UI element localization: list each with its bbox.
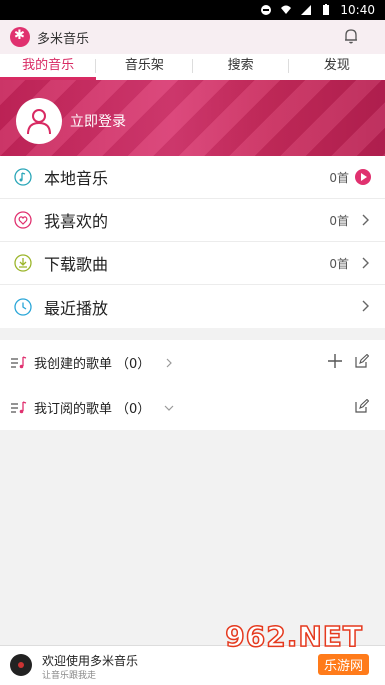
download-icon	[14, 254, 32, 272]
tab-label: 发现	[323, 58, 350, 73]
playlist-label: 我订阅的歌单	[34, 402, 113, 417]
chevron-down-icon[interactable]	[164, 403, 174, 413]
tab-label: 音乐架	[124, 58, 164, 73]
list-item-label: 下载歌曲	[44, 255, 109, 274]
tab-label: 我的音乐	[22, 58, 75, 73]
user-icon	[27, 109, 51, 135]
tab-label: 搜索	[227, 58, 254, 73]
player-title: 欢迎使用多米音乐	[42, 654, 139, 668]
list-item-subscribed-playlists[interactable]: 我订阅的歌单 （0）	[0, 385, 385, 430]
tab-my-music[interactable]: 我的音乐	[0, 54, 97, 80]
playlist-section: 我创建的歌单 （0） 我订阅的歌单 （0）	[0, 340, 385, 430]
player-subtitle: 让音乐跟我走	[42, 671, 97, 681]
app-title: 多米音乐	[37, 31, 90, 47]
app-header: 多米音乐	[0, 20, 385, 54]
status-bar: 10:40	[0, 0, 385, 20]
battery-icon	[323, 4, 330, 15]
app-logo-icon	[10, 27, 30, 47]
chevron-right-icon	[362, 300, 369, 312]
list-item-created-playlists[interactable]: 我创建的歌单 （0）	[0, 340, 385, 385]
signal-icon	[301, 5, 312, 15]
tab-search[interactable]: 搜索	[193, 54, 289, 80]
list-item-recent[interactable]: 最近播放	[0, 285, 385, 328]
library-list: 本地音乐 0首 我喜欢的 0首 下载歌曲 0首 最近播放	[0, 156, 385, 328]
disc-icon	[10, 654, 32, 676]
chevron-right-icon	[362, 257, 369, 269]
list-item-favorites[interactable]: 我喜欢的 0首	[0, 199, 385, 242]
list-item-local-music[interactable]: 本地音乐 0首	[0, 156, 385, 199]
clock-icon	[14, 297, 32, 316]
playlist-label: 我创建的歌单	[34, 357, 113, 372]
dnd-icon	[261, 5, 272, 15]
chevron-right-icon[interactable]	[164, 358, 174, 368]
song-count: 0首	[329, 170, 349, 185]
tab-music-shelf[interactable]: 音乐架	[96, 54, 193, 80]
playlist-count: （0）	[116, 402, 151, 417]
profile-banner: 立即登录	[0, 80, 385, 156]
edit-icon[interactable]	[355, 354, 369, 368]
list-item-downloads[interactable]: 下载歌曲 0首	[0, 242, 385, 285]
bell-icon[interactable]	[343, 28, 359, 44]
chevron-right-icon	[362, 214, 369, 226]
list-item-label: 最近播放	[44, 298, 109, 318]
playlist-icon	[11, 400, 27, 413]
playlist-icon	[11, 355, 27, 368]
add-playlist-icon[interactable]	[327, 353, 343, 369]
song-count: 0首	[329, 213, 349, 228]
list-item-label: 我喜欢的	[44, 212, 109, 231]
tab-discover[interactable]: 发现	[289, 54, 385, 80]
list-item-label: 本地音乐	[44, 169, 109, 188]
watermark-text: 乐游网	[317, 654, 369, 675]
watermark-number: 962.NET	[225, 619, 363, 654]
playlist-count: （0）	[116, 357, 151, 372]
music-note-icon	[14, 168, 32, 186]
song-count: 0首	[329, 256, 349, 271]
avatar[interactable]	[16, 98, 62, 144]
wifi-icon	[281, 5, 292, 14]
edit-icon[interactable]	[355, 399, 369, 413]
play-icon[interactable]	[355, 169, 371, 185]
main-tabs: 我的音乐 音乐架 搜索 发现	[0, 54, 385, 80]
status-time: 10:40	[340, 3, 375, 17]
watermark: 962.NET 乐游网	[225, 616, 379, 682]
heart-icon	[14, 211, 32, 229]
login-link[interactable]: 立即登录	[70, 111, 126, 131]
